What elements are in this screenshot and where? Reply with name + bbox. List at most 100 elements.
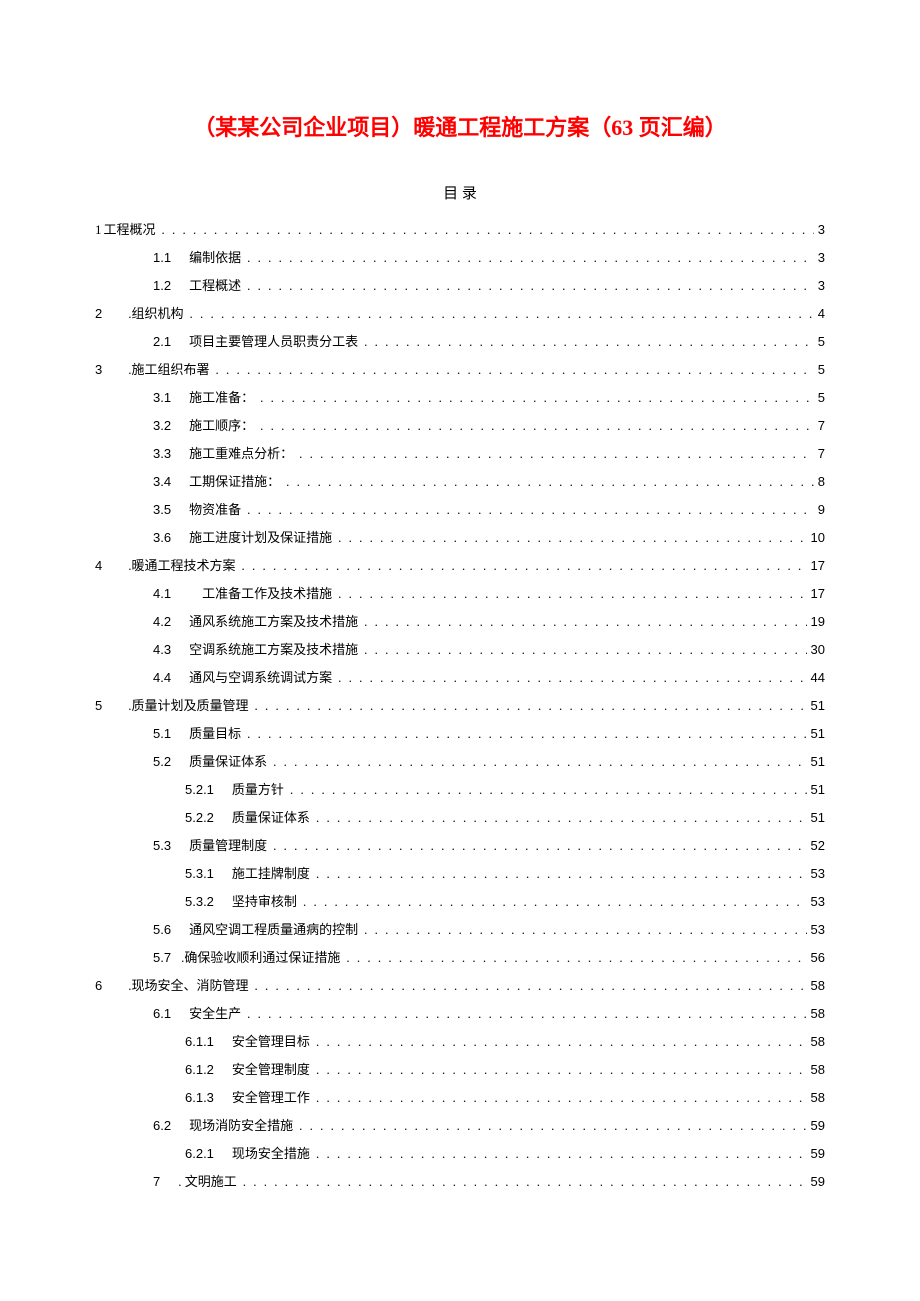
toc-entry-label: 工程概况 <box>104 223 156 236</box>
toc-entry-page: 58 <box>811 1035 825 1048</box>
table-of-contents: 1工程概况31.1编制依据31.2工程概述32.组织机构42.1项目主要管理人员… <box>95 223 825 1188</box>
toc-entry-page: 17 <box>811 559 825 572</box>
toc-entry-label: 安全管理目标 <box>232 1035 310 1048</box>
toc-entry-label: 质量管理制度 <box>189 839 267 852</box>
toc-entry-leader <box>346 951 806 964</box>
toc-entry: 6.1.1安全管理目标58 <box>95 1035 825 1048</box>
toc-entry-number: 4.4 <box>153 671 171 684</box>
toc-entry-number: 3.3 <box>153 447 171 460</box>
toc-entry-number: 5.1 <box>153 727 171 740</box>
toc-entry-page: 5 <box>818 391 825 404</box>
toc-entry-page: 51 <box>811 811 825 824</box>
toc-entry-page: 56 <box>811 951 825 964</box>
toc-entry-number: 3.4 <box>153 475 171 488</box>
toc-entry-leader <box>243 1175 807 1188</box>
toc-entry-number: 5.3 <box>153 839 171 852</box>
toc-entry-label: 安全管理工作 <box>232 1091 310 1104</box>
toc-entry-label: 通风系统施工方案及技术措施 <box>189 615 358 628</box>
toc-entry-page: 44 <box>811 671 825 684</box>
toc-entry-leader <box>255 699 807 712</box>
toc-entry-page: 8 <box>818 475 825 488</box>
toc-entry-page: 58 <box>811 1063 825 1076</box>
toc-entry-page: 7 <box>818 419 825 432</box>
toc-entry-leader <box>364 615 806 628</box>
toc-entry-number: 4.1 <box>153 587 171 600</box>
toc-entry-label: 现场安全措施 <box>232 1147 310 1160</box>
toc-entry: 4.2通风系统施工方案及技术措施19 <box>95 615 825 628</box>
toc-entry: 2.组织机构4 <box>95 307 825 320</box>
toc-entry-number: 3.1 <box>153 391 171 404</box>
toc-entry-page: 58 <box>811 1091 825 1104</box>
toc-entry-page: 51 <box>811 727 825 740</box>
toc-entry-label: 工准备工作及技术措施 <box>189 587 332 600</box>
toc-entry-leader <box>303 895 807 908</box>
toc-entry-leader <box>299 1119 806 1132</box>
toc-entry-leader <box>286 475 814 488</box>
toc-entry: 5.2.1质量方针51 <box>95 783 825 796</box>
toc-entry-label: 施工进度计划及保证措施 <box>189 531 332 544</box>
toc-entry: 5.6通风空调工程质量通病的控制53 <box>95 923 825 936</box>
toc-entry-label: 质量保证体系 <box>189 755 267 768</box>
toc-entry-label: .现场安全、消防管理 <box>128 979 248 992</box>
toc-entry: 5.3.2坚持审核制53 <box>95 895 825 908</box>
toc-entry-leader <box>316 1035 807 1048</box>
toc-entry-label: 空调系统施工方案及技术措施 <box>189 643 358 656</box>
toc-entry-leader <box>316 1063 807 1076</box>
toc-entry: 3.施工组织布署5 <box>95 363 825 376</box>
toc-entry: 7. 文明施工59 <box>95 1175 825 1188</box>
toc-entry: 4.暖通工程技术方案17 <box>95 559 825 572</box>
toc-entry-page: 58 <box>811 1007 825 1020</box>
toc-entry: 4.1 工准备工作及技术措施 17 <box>95 587 825 600</box>
toc-entry-label: 坚持审核制 <box>232 895 297 908</box>
toc-entry: 4.3空调系统施工方案及技术措施30 <box>95 643 825 656</box>
toc-entry-page: 7 <box>818 447 825 460</box>
toc-entry-leader <box>316 867 807 880</box>
toc-entry-page: 3 <box>818 223 825 236</box>
toc-entry-label: 施工顺序： <box>189 419 254 432</box>
toc-entry: 5.3 质量管理制度 52 <box>95 839 825 852</box>
toc-entry-label: 工期保证措施： <box>189 475 280 488</box>
toc-entry-leader <box>338 531 806 544</box>
toc-entry-page: 53 <box>811 867 825 880</box>
toc-entry-number: 5.2.1 <box>185 783 214 796</box>
toc-entry-number: 5.2.2 <box>185 811 214 824</box>
toc-entry-page: 19 <box>811 615 825 628</box>
toc-entry-page: 9 <box>818 503 825 516</box>
toc-entry: 3.5 物资准备 9 <box>95 503 825 516</box>
toc-entry: 6.2.1现场安全措施59 <box>95 1147 825 1160</box>
toc-entry-number: 5.6 <box>153 923 171 936</box>
toc-entry-label: 施工挂牌制度 <box>232 867 310 880</box>
toc-entry: 3.2施工顺序：7 <box>95 419 825 432</box>
toc-entry-label: 通风与空调系统调试方案 <box>189 671 332 684</box>
toc-entry-page: 53 <box>811 923 825 936</box>
toc-entry-number: 2.1 <box>153 335 171 348</box>
toc-entry-leader <box>247 503 814 516</box>
toc-entry-number: 6.1.2 <box>185 1063 214 1076</box>
toc-entry-leader <box>190 307 814 320</box>
toc-entry: 3.4 工期保证措施： 8 <box>95 475 825 488</box>
toc-entry-page: 51 <box>811 783 825 796</box>
toc-entry: 5.2.2质量保证体系51 <box>95 811 825 824</box>
toc-entry: 3.6施工进度计划及保证措施10 <box>95 531 825 544</box>
document-title: （某某公司企业项目）暖通工程施工方案（63 页汇编） <box>95 110 825 142</box>
toc-entry-leader <box>247 1007 806 1020</box>
toc-entry-number: 3.6 <box>153 531 171 544</box>
toc-entry: 2.1项目主要管理人员职责分工表5 <box>95 335 825 348</box>
toc-entry: 1工程概况3 <box>95 223 825 236</box>
toc-entry-page: 52 <box>811 839 825 852</box>
toc-entry: 5.质量计划及质量管理51 <box>95 699 825 712</box>
toc-entry-leader <box>316 1091 807 1104</box>
toc-entry-leader <box>338 671 806 684</box>
toc-entry-page: 17 <box>811 587 825 600</box>
toc-entry-page: 59 <box>811 1175 825 1188</box>
toc-entry-page: 3 <box>818 279 825 292</box>
toc-entry-leader <box>273 839 806 852</box>
toc-entry-label: 物资准备 <box>189 503 241 516</box>
toc-entry-number: 5.2 <box>153 755 171 768</box>
toc-entry-leader <box>162 223 814 236</box>
toc-entry-page: 5 <box>818 335 825 348</box>
toc-entry-page: 58 <box>811 979 825 992</box>
toc-entry-number: 6.2 <box>153 1119 171 1132</box>
toc-entry-number: 3.5 <box>153 503 171 516</box>
toc-entry-label: 工程概述 <box>189 279 241 292</box>
